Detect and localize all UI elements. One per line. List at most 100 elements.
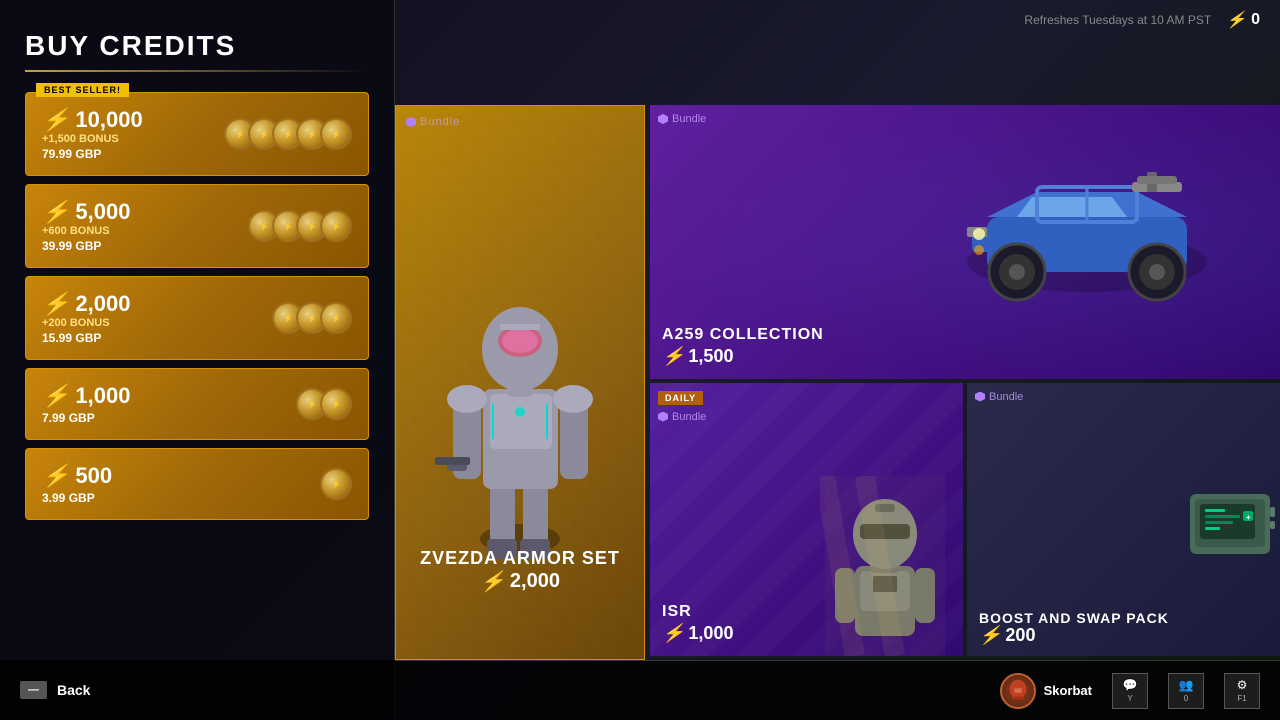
chat-button[interactable]: 💬 Y	[1112, 673, 1148, 709]
y-key-label: Y	[1127, 694, 1132, 703]
refresh-text: Refreshes Tuesdays at 10 AM PST	[1024, 13, 1211, 27]
credit-amount: ⚡ 5,000	[42, 199, 130, 225]
price-value: 2,000	[510, 570, 560, 593]
featured-price: ⚡ 2,000	[406, 569, 634, 594]
hud-user: Skorbat	[1000, 673, 1092, 709]
a259-bundle-badge: Bundle	[658, 113, 706, 125]
credits-value: 0	[1251, 11, 1260, 29]
credit-price: 39.99 GBP	[42, 239, 130, 253]
badge-text: Bundle	[672, 411, 706, 423]
credit-coins: ⚡ ⚡ ⚡	[280, 302, 352, 334]
bundle-hex-icon	[975, 392, 985, 402]
credit-amount: ⚡ 1,000	[42, 383, 130, 409]
credit-value: 1,000	[75, 383, 130, 409]
coin: ⚡	[320, 118, 352, 150]
main-content: Refreshes Tuesdays at 10 AM PST ⚡ 0 Bund…	[395, 0, 1280, 720]
credit-option-left: ⚡ 5,000 +600 BONUS 39.99 GBP	[42, 199, 130, 253]
credit-symbol: ⚡	[42, 463, 69, 489]
price-icon: ⚡	[480, 569, 505, 594]
credit-option-left: ⚡ 500 3.99 GBP	[42, 463, 112, 505]
credit-option-left: ⚡ 10,000 +1,500 BONUS 79.99 GBP	[42, 107, 143, 161]
isr-daily-badge: DAILY	[658, 391, 703, 405]
svg-text:+: +	[1246, 513, 1251, 522]
user-name: Skorbat	[1044, 683, 1092, 698]
bottom-bar-left: — Back	[0, 660, 395, 720]
credit-symbol: ⚡	[42, 199, 69, 225]
store-item-isr[interactable]: DAILY Bundle ISR ⚡ 1,000	[650, 383, 963, 657]
credit-coins: ⚡	[328, 468, 352, 500]
credit-option-10000[interactable]: BEST SELLER! ⚡ 10,000 +1,500 BONUS 79.99…	[25, 92, 369, 176]
credit-coins: ⚡ ⚡ ⚡ ⚡ ⚡	[232, 118, 352, 150]
credit-price: 79.99 GBP	[42, 147, 143, 161]
price-icon: ⚡	[979, 625, 1001, 646]
price-value: 1,000	[688, 623, 733, 644]
credit-value: 2,000	[75, 291, 130, 317]
price-icon: ⚡	[662, 346, 684, 367]
credit-coins: ⚡ ⚡	[304, 388, 352, 420]
boost-bundle-badge: Bundle	[975, 391, 1023, 403]
bundle-hex-icon	[658, 412, 668, 422]
credit-option-left: ⚡ 2,000 +200 BONUS 15.99 GBP	[42, 291, 130, 345]
credit-amount: ⚡ 10,000	[42, 107, 143, 133]
credit-price: 7.99 GBP	[42, 411, 130, 425]
store-item-a259[interactable]: Bundle A259 COLLECTION ⚡ 1,500	[650, 105, 1280, 379]
back-label[interactable]: Back	[57, 682, 90, 698]
credit-bonus: +1,500 BONUS	[42, 133, 143, 145]
credit-value: 500	[75, 463, 112, 489]
user-avatar	[1000, 673, 1036, 709]
featured-label: Bundle	[406, 116, 460, 130]
credit-price: 3.99 GBP	[42, 491, 112, 505]
people-button[interactable]: 👥 0	[1168, 673, 1204, 709]
people-count: 0	[1184, 694, 1188, 703]
credit-symbol: ⚡	[42, 107, 69, 133]
coin: ⚡	[320, 388, 352, 420]
bottom-bar-right: Skorbat 💬 Y 👥 0 ⚙ F1	[395, 660, 1280, 720]
credit-bonus: +200 BONUS	[42, 317, 130, 329]
gear-icon: ⚙	[1237, 678, 1248, 692]
featured-zvezda[interactable]: Bundle	[395, 105, 645, 660]
credits-display: ⚡ 0	[1226, 10, 1260, 30]
isr-bundle-badge: Bundle	[658, 411, 706, 423]
a259-price: ⚡ 1,500	[662, 346, 733, 367]
boost-pack-svg: +	[1185, 489, 1275, 559]
boost-title: BOOST AND SWAP PACK	[979, 610, 1169, 626]
buy-credits-panel: BUY CREDITS BEST SELLER! ⚡ 10,000 +1,500…	[0, 0, 395, 720]
f1-key-label: F1	[1237, 694, 1246, 703]
credit-symbol: ⚡	[42, 291, 69, 317]
credit-bonus: +600 BONUS	[42, 225, 130, 237]
back-key: —	[20, 681, 47, 699]
credit-amount: ⚡ 500	[42, 463, 112, 489]
title-underline	[25, 70, 369, 72]
credit-symbol: ⚡	[42, 383, 69, 409]
credit-option-left: ⚡ 1,000 7.99 GBP	[42, 383, 130, 425]
isr-char-area	[807, 383, 964, 657]
price-value: 1,500	[688, 346, 733, 367]
chat-icon: 💬	[1123, 678, 1138, 692]
badge-text: Bundle	[672, 113, 706, 125]
bundle-hex-icon	[406, 117, 416, 127]
isr-title: ISR	[662, 603, 692, 621]
credit-value: 10,000	[75, 107, 142, 133]
a259-title: A259 COLLECTION	[662, 326, 824, 344]
store-item-boost[interactable]: Bundle BOOST AND SWAP PACK ⚡ 200	[967, 383, 1280, 657]
featured-title: ZVEZDA ARMOR SET	[406, 548, 634, 569]
credit-coins: ⚡ ⚡ ⚡ ⚡	[256, 210, 352, 242]
boost-item-img: +	[1185, 489, 1265, 549]
settings-button[interactable]: ⚙ F1	[1224, 673, 1260, 709]
isr-price: ⚡ 1,000	[662, 623, 733, 644]
vehicle-image-area	[914, 115, 1261, 369]
credit-option-2000[interactable]: ⚡ 2,000 +200 BONUS 15.99 GBP ⚡ ⚡ ⚡	[25, 276, 369, 360]
credit-amount: ⚡ 2,000	[42, 291, 130, 317]
price-value: 200	[1005, 625, 1035, 646]
isr-character-svg	[820, 476, 950, 656]
header: Refreshes Tuesdays at 10 AM PST ⚡ 0	[1024, 10, 1260, 30]
badge-text: Bundle	[989, 391, 1023, 403]
credits-icon: ⚡	[1226, 10, 1246, 30]
store-grid: Bundle A259 COLLECTION ⚡ 1,500	[650, 105, 1280, 660]
credit-option-5000[interactable]: ⚡ 5,000 +600 BONUS 39.99 GBP ⚡ ⚡ ⚡ ⚡	[25, 184, 369, 268]
credit-option-500[interactable]: ⚡ 500 3.99 GBP ⚡	[25, 448, 369, 520]
credit-option-1000[interactable]: ⚡ 1,000 7.99 GBP ⚡ ⚡	[25, 368, 369, 440]
credit-price: 15.99 GBP	[42, 331, 130, 345]
zvezda-character-svg	[425, 249, 615, 579]
credit-value: 5,000	[75, 199, 130, 225]
